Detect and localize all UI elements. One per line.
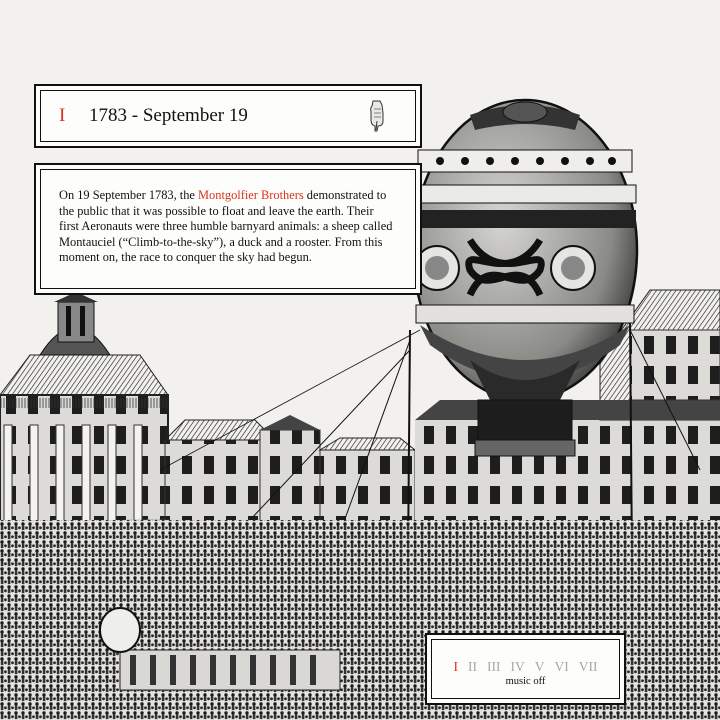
story-text-box: On 19 September 1783, the Montgolfier Br… (34, 163, 422, 295)
story-paragraph: On 19 September 1783, the Montgolfier Br… (59, 188, 393, 266)
chapter-navigation-box: I II III IV V VI VII music off (425, 633, 626, 705)
chapter-link-4[interactable]: IV (511, 660, 525, 674)
chapter-title-box: I 1783 - September 19 (34, 84, 422, 148)
chapter-navigation-inner: I II III IV V VI VII music off (431, 639, 620, 699)
chapter-link-2[interactable]: II (468, 660, 477, 674)
pointing-hand-icon[interactable] (367, 99, 389, 133)
chapter-link-5[interactable]: V (535, 660, 545, 674)
chapter-link-3[interactable]: III (487, 660, 501, 674)
chapter-numeral: I (59, 105, 66, 126)
story-text-inner: On 19 September 1783, the Montgolfier Br… (40, 169, 416, 289)
left-palace (0, 292, 169, 531)
montgolfier-brothers-link[interactable]: Montgolfier Brothers (198, 188, 304, 202)
chapter-link-7[interactable]: VII (579, 660, 598, 674)
chapter-link-6[interactable]: VI (555, 660, 569, 674)
chapter-title-inner: I 1783 - September 19 (40, 90, 416, 142)
music-toggle[interactable]: music off (432, 676, 619, 687)
chapter-link-1[interactable]: I (454, 660, 459, 674)
chapter-title: 1783 - September 19 (89, 105, 248, 126)
middle-buildings (163, 415, 417, 531)
chapter-list: I II III IV V VI VII (432, 660, 619, 674)
story-text-before: On 19 September 1783, the (59, 188, 199, 202)
app-stage: I 1783 - September 19 On 19 September 17… (0, 0, 720, 720)
